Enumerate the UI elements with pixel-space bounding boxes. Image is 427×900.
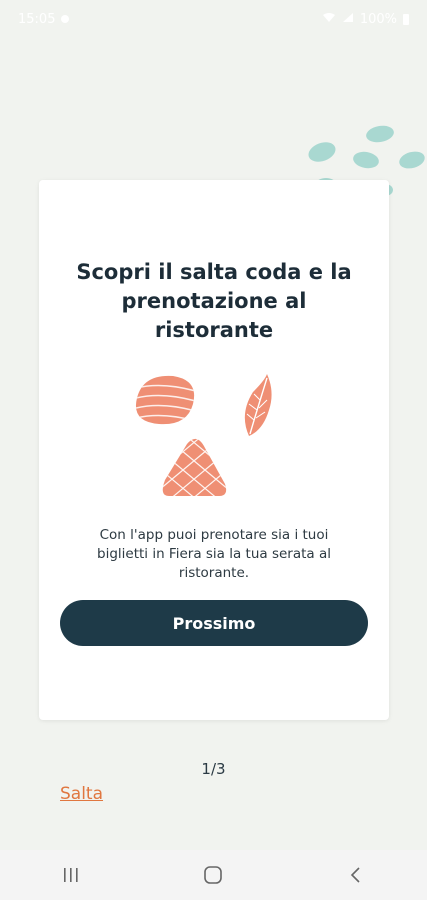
onboarding-card: Scopri il salta coda e la prenotazione a…: [39, 180, 389, 720]
leaf-icon: [244, 374, 272, 436]
home-button[interactable]: [183, 855, 243, 895]
status-left: 15:05: [18, 11, 70, 27]
location-icon: [61, 15, 70, 23]
recent-apps-button[interactable]: [41, 855, 101, 895]
skip-link[interactable]: Salta: [60, 784, 103, 804]
signal-icon: [342, 12, 354, 27]
food-illustration: [135, 374, 272, 496]
salmon-icon: [135, 375, 195, 425]
next-button[interactable]: Prossimo: [60, 600, 368, 646]
status-time: 15:05: [18, 11, 56, 27]
system-nav-bar: [0, 850, 427, 900]
status-bar: 15:05 100%: [0, 0, 427, 38]
onboarding-title: Scopri il salta coda e la prenotazione a…: [76, 260, 352, 342]
recent-apps-icon: [64, 868, 78, 882]
back-button[interactable]: [326, 855, 386, 895]
home-icon: [204, 866, 223, 884]
status-battery-text: 100%: [359, 11, 397, 27]
bread-icon: [162, 438, 227, 496]
page-indicator: 1/3: [201, 760, 226, 778]
battery-icon: [403, 13, 409, 25]
status-right: 100%: [322, 12, 409, 27]
onboarding-description: Con l'app puoi prenotare sia i tuoi bigl…: [97, 527, 331, 581]
back-icon: [350, 867, 360, 883]
wifi-icon: [322, 12, 336, 27]
